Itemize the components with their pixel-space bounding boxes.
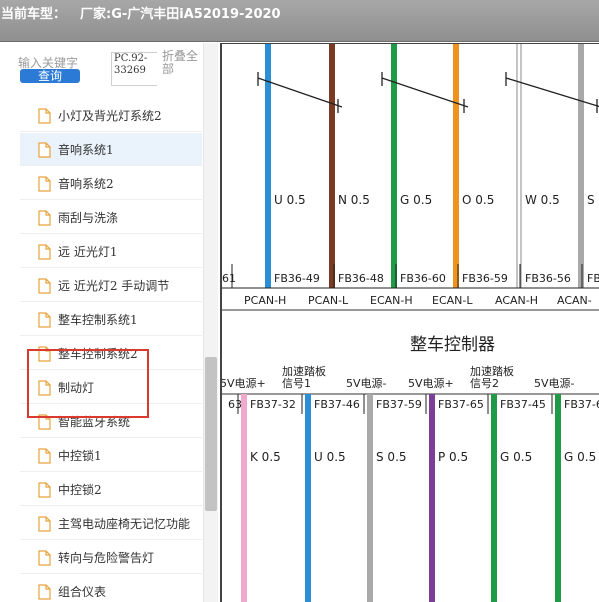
- file-icon: [38, 516, 51, 532]
- highlight-box: [27, 349, 149, 418]
- wire-label: U 0.5: [274, 193, 306, 207]
- file-icon: [38, 448, 51, 464]
- signal-header: 5V电源+: [408, 377, 454, 390]
- query-button[interactable]: 查询: [20, 69, 80, 83]
- car-label: 当前车型：: [1, 7, 67, 22]
- wire-label: O 0.5: [462, 193, 495, 207]
- list-item[interactable]: 雨刮与洗涤: [20, 201, 202, 234]
- pin-label: FB37-6: [564, 398, 599, 411]
- list-item[interactable]: 整车控制系统1: [20, 303, 202, 336]
- signal-header: 5V电源-: [346, 377, 387, 390]
- list-item-label: 雨刮与洗涤: [58, 211, 119, 225]
- pin-label: FB37-65: [438, 398, 484, 411]
- list-item-label: 主驾电动座椅无记忆功能: [58, 517, 191, 531]
- list-item[interactable]: 中控锁1: [20, 439, 202, 472]
- pin-label: 61: [222, 272, 236, 285]
- twisted-pair-mark: [505, 77, 599, 108]
- pin-label: FB3: [587, 272, 599, 285]
- diagram-svg: [222, 44, 599, 602]
- title-bar: 当前车型： 厂家:G-广汽丰田iA52019-2020: [0, 0, 599, 42]
- list-item-label: 整车控制系统1: [58, 313, 138, 327]
- sidebar: 查询 PC.92-33269 折叠全部 小灯及背光灯系统2 音响系统1 音响系统2 雨…: [0, 43, 220, 602]
- scrollbar-track[interactable]: [203, 43, 218, 602]
- file-icon: [38, 142, 51, 158]
- signal-header: 5V电源+: [220, 377, 266, 390]
- list-item-label: 转向与危险警告灯: [58, 551, 155, 565]
- signal-header: 加速踏板信号1: [282, 365, 326, 390]
- list-item-label: 组合仪表: [58, 585, 107, 599]
- current-model: 当前车型： 厂家:G-广汽丰田iA52019-2020: [1, 3, 281, 22]
- signal-label: ACAN-H: [495, 294, 539, 307]
- file-icon: [38, 550, 51, 566]
- signal-header: 5V电源-: [534, 377, 575, 390]
- list-item[interactable]: 远 近光灯1: [20, 235, 202, 268]
- pin-label: FB37-46: [314, 398, 360, 411]
- signal-label: ECAN-L: [432, 294, 473, 307]
- wire-label: W 0.5: [525, 193, 560, 207]
- file-icon: [38, 244, 51, 260]
- pin-label: FB36-48: [338, 272, 384, 285]
- wiring-diagram: 整车控制器 U 0.5 FB36-49 PCAN-H N 0.5 FB36-48 PCAN…: [220, 43, 599, 602]
- list-item[interactable]: 中控锁2: [20, 473, 202, 506]
- list-item-label: 小灯及背光灯系统2: [58, 109, 162, 123]
- wire-label: S 0.5: [376, 450, 407, 464]
- file-icon: [38, 584, 51, 600]
- file-icon: [38, 278, 51, 294]
- wire-label: G 0.5: [400, 193, 433, 207]
- list-item[interactable]: 音响系统2: [20, 167, 202, 200]
- code-label: PC.92-33269: [111, 52, 157, 86]
- file-icon: [38, 108, 51, 124]
- list-item-label: 中控锁1: [58, 449, 102, 463]
- wire-label: S 0: [587, 193, 599, 207]
- pin-label: 63: [228, 398, 242, 411]
- signal-label: PCAN-H: [244, 294, 287, 307]
- list-item-label: 远 近光灯2 手动调节: [58, 279, 170, 293]
- file-icon: [38, 210, 51, 226]
- fold-all-button[interactable]: 折叠全部: [162, 50, 204, 76]
- wire-label: P 0.5: [438, 450, 469, 464]
- signal-label: ACAN-: [557, 294, 592, 307]
- list-item[interactable]: 组合仪表: [20, 575, 202, 602]
- signal-label: PCAN-L: [308, 294, 349, 307]
- controller-title: 整车控制器: [410, 335, 495, 355]
- list-item-label: 中控锁2: [58, 483, 102, 497]
- list-item[interactable]: 远 近光灯2 手动调节: [20, 269, 202, 302]
- signal-header: 加速踏板信号2: [470, 365, 514, 390]
- list-item[interactable]: 转向与危险警告灯: [20, 541, 202, 574]
- list-item-label: 音响系统2: [58, 177, 114, 191]
- list-item-label: 音响系统1: [58, 143, 114, 157]
- file-icon: [38, 482, 51, 498]
- list-item[interactable]: 主驾电动座椅无记忆功能: [20, 507, 202, 540]
- list-item[interactable]: 小灯及背光灯系统2: [20, 99, 202, 132]
- pin-label: FB36-59: [462, 272, 508, 285]
- scrollbar-thumb[interactable]: [205, 357, 217, 511]
- wire-label: U 0.5: [314, 450, 346, 464]
- file-icon: [38, 312, 51, 328]
- list-item[interactable]: 音响系统1: [20, 133, 202, 166]
- list-item-label: 远 近光灯1: [58, 245, 118, 259]
- pin-label: FB36-56: [525, 272, 571, 285]
- wire-label: K 0.5: [250, 450, 281, 464]
- wire-label: N 0.5: [338, 193, 370, 207]
- file-icon: [38, 176, 51, 192]
- pin-label: FB37-32: [250, 398, 296, 411]
- wire-label: G 0.5: [564, 450, 597, 464]
- signal-label: ECAN-H: [370, 294, 413, 307]
- wire-label: G 0.5: [500, 450, 533, 464]
- pin-label: FB36-60: [400, 272, 446, 285]
- pin-label: FB36-49: [274, 272, 320, 285]
- car-value: 厂家:G-广汽丰田iA52019-2020: [80, 7, 281, 22]
- pin-label: FB37-45: [500, 398, 546, 411]
- search-area: 查询 PC.92-33269 折叠全部: [0, 43, 220, 93]
- pin-label: FB37-59: [376, 398, 422, 411]
